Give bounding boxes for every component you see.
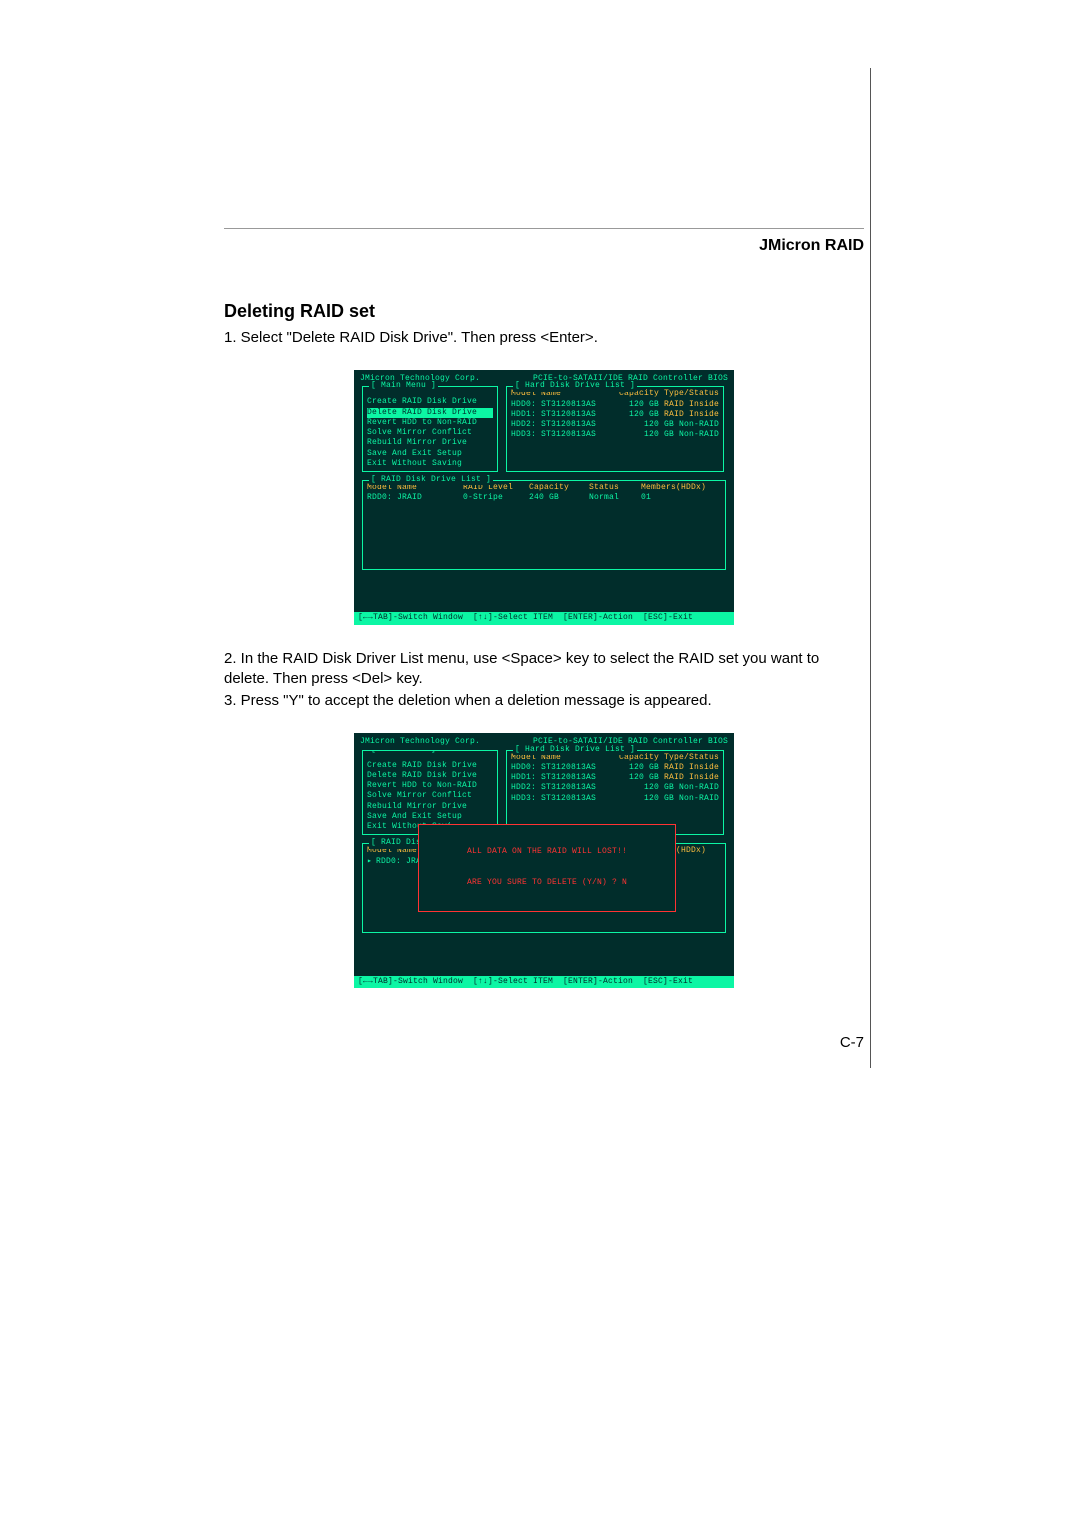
hdd0-name: HDD0: ST3120813AS [511, 763, 596, 773]
menu-item-solve[interactable]: Solve Mirror Conflict [367, 428, 493, 438]
hdd3-type: Non-RAID [679, 794, 719, 803]
hdd2-cap: 120 GB [644, 783, 674, 792]
hdd1-name: HDD1: ST3120813AS [511, 773, 596, 783]
hdd2-cap: 120 GB [644, 420, 674, 429]
page-header: JMicron RAID [224, 237, 864, 255]
hdd-col-type: Type/Status [664, 753, 719, 762]
menu-item-create[interactable]: Create RAID Disk Drive [367, 761, 493, 771]
hdd0-cap: 120 GB [629, 763, 659, 772]
raid-list-title: [ RAID Disk Drive List ] [369, 475, 493, 485]
raid0-cap: 240 GB [529, 493, 585, 503]
menu-item-revert[interactable]: Revert HDD to Non-RAID [367, 781, 493, 791]
step-1-text: 1. Select "Delete RAID Disk Drive". Then… [224, 328, 864, 348]
delete-warning-line2: ARE YOU SURE TO DELETE (Y/N) ? N [423, 878, 671, 888]
hdd0-type: RAID Inside [664, 763, 719, 772]
menu-item-rebuild[interactable]: Rebuild Mirror Drive [367, 802, 493, 812]
hdd2-type: Non-RAID [679, 420, 719, 429]
hdd-row: HDD2: ST3120813AS 120 GB Non-RAID [511, 420, 719, 430]
main-menu-box: [ Main Menu ] Create RAID Disk Drive Del… [362, 386, 498, 472]
hdd-row: HDD1: ST3120813AS 120 GB RAID Inside [511, 410, 719, 420]
menu-item-revert[interactable]: Revert HDD to Non-RAID [367, 418, 493, 428]
step-2-text: 2. In the RAID Disk Driver List menu, us… [224, 649, 864, 690]
menu-item-delete[interactable]: Delete RAID Disk Drive [367, 771, 493, 781]
hdd3-cap: 120 GB [644, 794, 674, 803]
bios-footer: [←→TAB]-Switch Window [↑↓]-Select ITEM [… [354, 976, 734, 988]
main-menu-title: [ Main Menu ] [369, 381, 438, 391]
menu-item-rebuild[interactable]: Rebuild Mirror Drive [367, 438, 493, 448]
hdd-list-box: [ Hard Disk Drive List ] Model Name Capa… [506, 386, 724, 472]
raid0-status: Normal [589, 493, 637, 503]
hdd-row: HDD3: ST3120813AS 120 GB Non-RAID [511, 794, 719, 804]
raid-col-status: Status [589, 483, 637, 493]
page-right-rule [870, 68, 871, 1068]
menu-item-solve[interactable]: Solve Mirror Conflict [367, 791, 493, 801]
raid0-members: 01 [641, 493, 651, 503]
delete-warning-line1: ALL DATA ON THE RAID WILL LOST!! [423, 847, 671, 857]
section-title: Deleting RAID set [224, 301, 864, 322]
hdd2-name: HDD2: ST3120813AS [511, 420, 596, 430]
hdd1-name: HDD1: ST3120813AS [511, 410, 596, 420]
hdd0-cap: 120 GB [629, 400, 659, 409]
raid0-name: RDD0: JRAID [367, 493, 459, 503]
hdd0-name: HDD0: ST3120813AS [511, 400, 596, 410]
menu-item-save-exit[interactable]: Save And Exit Setup [367, 812, 493, 822]
menu-item-create[interactable]: Create RAID Disk Drive [367, 397, 493, 407]
hdd-list-title: [ Hard Disk Drive List ] [513, 381, 637, 391]
menu-item-exit-no-save[interactable]: Exit Without Saving [367, 459, 493, 469]
hdd3-cap: 120 GB [644, 430, 674, 439]
hdd-list-box: [ Hard Disk Drive List ] Model Name Capa… [506, 750, 724, 836]
hdd2-type: Non-RAID [679, 783, 719, 792]
page-number: C-7 [224, 1034, 864, 1051]
bios-vendor: JMicron Technology Corp. [360, 737, 480, 747]
hdd3-name: HDD3: ST3120813AS [511, 430, 596, 440]
raid-list-box: [ RAID Disk Drive List ] Model Name RAID… [362, 480, 726, 570]
hdd1-cap: 120 GB [629, 773, 659, 782]
hdd-row: HDD1: ST3120813AS 120 GB RAID Inside [511, 773, 719, 783]
raid-col-cap: Capacity [529, 483, 585, 493]
hdd1-cap: 120 GB [629, 410, 659, 419]
bios-screenshot-1: JMicron Technology Corp. PCIE-to-SATAII/… [354, 370, 734, 624]
hdd-list-title: [ Hard Disk Drive List ] [513, 745, 637, 755]
hdd-row: HDD2: ST3120813AS 120 GB Non-RAID [511, 783, 719, 793]
hdd0-type: RAID Inside [664, 400, 719, 409]
hdd-row: HDD0: ST3120813AS 120 GB RAID Inside [511, 400, 719, 410]
hdd-row: HDD3: ST3120813AS 120 GB Non-RAID [511, 430, 719, 440]
hdd1-type: RAID Inside [664, 773, 719, 782]
bios-screenshot-2: JMicron Technology Corp. PCIE-to-SATAII/… [354, 733, 734, 987]
hdd-col-type: Type/Status [664, 389, 719, 398]
hdd1-type: RAID Inside [664, 410, 719, 419]
menu-item-delete[interactable]: Delete RAID Disk Drive [367, 408, 493, 418]
delete-confirm-dialog[interactable]: ALL DATA ON THE RAID WILL LOST!! ARE YOU… [418, 824, 676, 912]
hdd-row: HDD0: ST3120813AS 120 GB RAID Inside [511, 763, 719, 773]
raid-col-members: Members(HDDx) [641, 483, 706, 493]
bios-footer: [←→TAB]-Switch Window [↑↓]-Select ITEM [… [354, 612, 734, 624]
hdd3-name: HDD3: ST3120813AS [511, 794, 596, 804]
main-menu-title: [ Main Menu ] [369, 750, 438, 755]
header-rule [224, 228, 864, 229]
hdd2-name: HDD2: ST3120813AS [511, 783, 596, 793]
step-3-text: 3. Press "Y" to accept the deletion when… [224, 691, 864, 711]
raid0-level: 0-Stripe [463, 493, 525, 503]
menu-item-save-exit[interactable]: Save And Exit Setup [367, 449, 493, 459]
hdd3-type: Non-RAID [679, 430, 719, 439]
main-menu-box: [ Main Menu ] Create RAID Disk Drive Del… [362, 750, 498, 836]
raid-row[interactable]: RDD0: JRAID 0-Stripe 240 GB Normal 01 [367, 493, 721, 503]
